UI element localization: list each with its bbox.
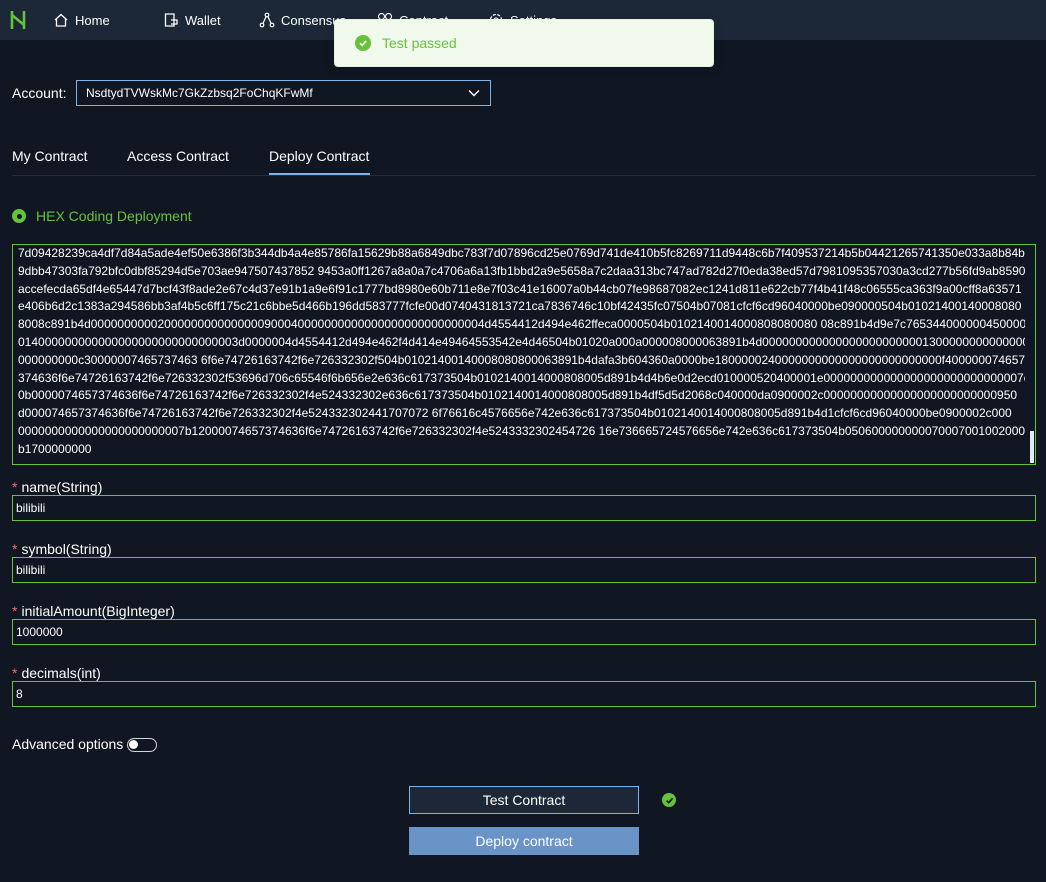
nav-home[interactable]: Home [53,0,110,40]
symbol-input[interactable]: bilibili [12,557,1036,583]
app-logo-icon[interactable] [9,8,27,32]
hex-line: 7d09428239ca4df7d84a5ade4ef50e6386f3b344… [18,246,1025,260]
radio-selected-icon [12,209,26,223]
name-input[interactable]: bilibili [12,495,1036,521]
textarea-scrollbar[interactable] [1030,431,1034,463]
active-tab-indicator [269,173,370,175]
hex-line: accefecda65df4e65447d7bcf43f8ade2e67c4d3… [18,281,1022,296]
hex-deploy-radio[interactable]: HEX Coding Deployment [12,208,192,224]
nav-wallet[interactable]: Wallet [163,0,221,40]
wallet-icon [164,13,178,27]
check-circle-icon [355,35,371,51]
decimals-field-label: * decimals(int) [12,665,101,681]
hex-line: 0000000000000000000000007b12000074657374… [18,423,1025,438]
hex-deploy-label: HEX Coding Deployment [36,208,192,224]
nav-home-label: Home [75,12,110,28]
initial-amount-input[interactable]: 1000000 [12,619,1036,645]
hex-line: 000000000c30000007465737463 6f6e74726163… [18,352,1025,367]
tab-deploy-contract[interactable]: Deploy Contract [269,148,369,164]
hex-line: 014000000000000000000000000000003d000000… [18,334,1025,349]
advanced-options-label: Advanced options [12,736,124,752]
tab-my-contract[interactable]: My Contract [12,148,87,164]
account-select[interactable]: NsdtydTVWskMc7GkZzbsq2FoChqKFwMf [76,80,491,106]
deploy-contract-button[interactable]: Deploy contract [409,827,639,855]
success-toast: Test passed [334,19,714,67]
decimals-input[interactable]: 8 [12,681,1036,707]
nav-consensus[interactable]: Consensus [259,0,346,40]
hex-line: 374636f6e74726163742f6e726332302f53696d7… [18,370,1025,385]
account-label: Account: [12,85,67,101]
account-select-value: NsdtydTVWskMc7GkZzbsq2FoChqKFwMf [86,86,313,100]
advanced-options-toggle[interactable] [127,738,157,752]
nav-wallet-label: Wallet [185,12,221,28]
initial-amount-field-label: * initialAmount(BigInteger) [12,603,175,619]
hex-line: 0b0000074657374636f6e74726163742f6e72633… [18,388,1018,403]
hex-line: d000074657374636f6e74726163742f6e7263323… [18,406,1012,421]
contract-tabs: My Contract Access Contract Deploy Contr… [12,140,1036,176]
toast-message: Test passed [382,35,457,51]
hex-line: 8008c891b4d00000000002000000000000000900… [18,317,1025,332]
hex-line: b1700000000 [18,441,92,456]
symbol-field-label: * symbol(String) [12,541,112,557]
chevron-down-icon [468,90,480,97]
test-passed-check-icon [662,793,676,807]
hex-code-textarea[interactable]: 7d09428239ca4df7d84a5ade4ef50e6386f3b344… [12,244,1036,465]
hex-line: e406b6d2c1383a294586bb3af4b5c6ff175c21c6… [18,299,1022,314]
consensus-icon [259,12,275,28]
hex-line: 9dbb47303fa792bfc0dbf85294d5e703ae947507… [18,263,1025,278]
name-field-label: * name(String) [12,479,103,495]
test-contract-button[interactable]: Test Contract [409,786,639,814]
home-icon [54,13,68,27]
tab-access-contract[interactable]: Access Contract [127,148,229,164]
